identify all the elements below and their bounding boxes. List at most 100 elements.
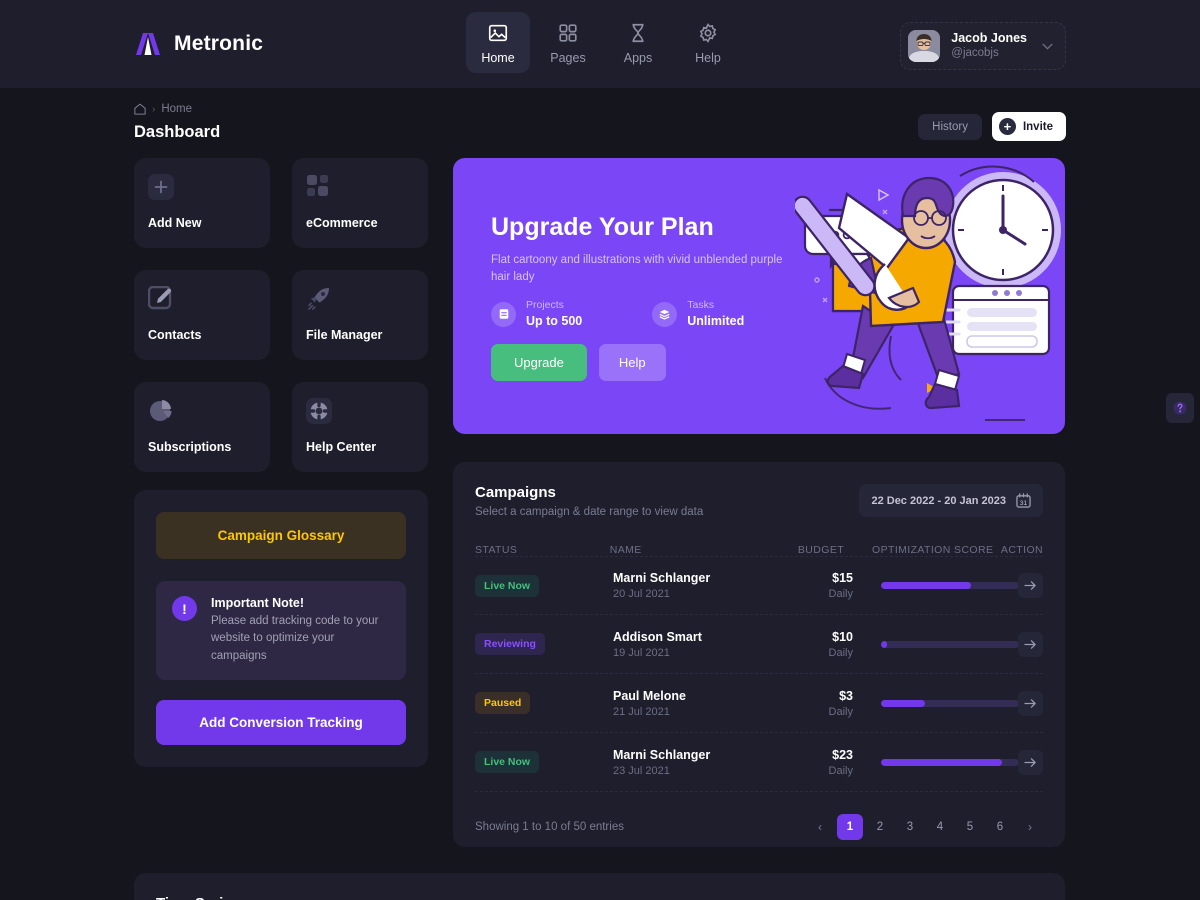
app-header: Metronic Home Pages Apps Help Jacob Jone… [0, 0, 1200, 88]
tile-subscriptions[interactable]: Subscriptions [134, 382, 270, 472]
score-bar-fill [881, 699, 926, 707]
note-body: Please add tracking code to your website… [211, 615, 379, 662]
status-badge: Paused [475, 692, 531, 714]
banner-actions: Upgrade Help [491, 344, 666, 381]
table-row[interactable]: Live Now Marni Schlanger 20 Jul 2021 $15… [475, 556, 1043, 615]
user-menu[interactable]: Jacob Jones @jacobjs [900, 22, 1066, 70]
row-action-button[interactable] [1018, 690, 1043, 716]
budget-period: Daily [828, 588, 853, 600]
history-button[interactable]: History [918, 113, 982, 140]
brand-logo[interactable]: Metronic [134, 31, 263, 57]
cell-status: Reviewing [475, 633, 613, 655]
score-bar-fill [881, 758, 1003, 766]
row-action-button[interactable] [1018, 749, 1043, 775]
breadcrumb: › Home [134, 103, 220, 115]
tile-contacts[interactable]: Contacts [134, 270, 270, 360]
rocket-icon [308, 288, 329, 310]
date-range-picker[interactable]: 22 Dec 2022 - 20 Jan 2023 31 [859, 484, 1043, 517]
pagination-page-6[interactable]: 6 [987, 814, 1013, 840]
cell-status: Live Now [475, 574, 613, 597]
entries-summary: Showing 1 to 10 of 50 entries [475, 821, 624, 833]
campaign-tools-panel: Campaign Glossary ! Important Note! Plea… [134, 490, 428, 767]
support-tab-button[interactable] [1166, 393, 1194, 423]
pagination-page-5[interactable]: 5 [957, 814, 983, 840]
user-handle: @jacobjs [951, 47, 999, 60]
gear-icon [699, 23, 717, 43]
pagination-next[interactable]: › [1017, 814, 1043, 840]
chevron-down-icon [1042, 43, 1053, 50]
score-bar [881, 582, 1019, 589]
cell-name: Marni Schlanger 20 Jul 2021 [613, 571, 773, 600]
brand-name: Metronic [174, 32, 264, 55]
important-note-alert: ! Important Note! Please add tracking co… [156, 581, 406, 680]
nav-label-apps: Apps [623, 51, 653, 65]
breadcrumb-item-home[interactable]: Home [161, 103, 192, 115]
campaigns-card: Campaigns Select a campaign & date range… [453, 462, 1065, 847]
row-action-button[interactable] [1018, 573, 1043, 598]
column-budget: BUDGET [797, 544, 845, 556]
nav-item-pages[interactable]: Pages [536, 12, 600, 73]
nav-label-pages: Pages [550, 51, 586, 65]
banner-stat-tasks: Tasks Unlimited [652, 298, 744, 330]
cell-budget: $23 Daily [773, 748, 853, 777]
home-icon[interactable] [134, 103, 146, 115]
row-action-button[interactable] [1018, 631, 1043, 657]
budget-amount: $15 [832, 571, 853, 585]
dashboard-page: Metronic Home Pages Apps Help Jacob Jone… [0, 0, 1200, 900]
help-support-icon [1173, 401, 1187, 415]
page-title: Dashboard [134, 123, 221, 141]
user-name: Jacob Jones [951, 30, 1027, 45]
tile-file-manager[interactable]: File Manager [292, 270, 428, 360]
upgrade-button[interactable]: Upgrade [491, 344, 587, 381]
breadcrumb-separator: › [152, 103, 156, 115]
page-toolbar: › Home Dashboard [134, 103, 220, 142]
nav-item-apps[interactable]: Apps [606, 12, 670, 73]
invite-button[interactable]: + Invite [991, 112, 1066, 141]
column-name: NAME [609, 544, 642, 556]
budget-amount: $3 [839, 688, 853, 703]
tile-label: Subscriptions [148, 440, 232, 454]
cell-action [1013, 749, 1043, 775]
nav-item-help[interactable]: Help [676, 12, 740, 73]
cell-optimization-score [853, 582, 1019, 589]
calendar-day-number: 31 [1020, 500, 1028, 507]
tile-label: Contacts [148, 328, 202, 342]
tile-add-new[interactable]: Add New [134, 158, 270, 248]
campaign-name: Marni Schlanger [613, 747, 711, 762]
cell-status: Live Now [475, 751, 613, 773]
tile-ecommerce[interactable]: eCommerce [292, 158, 428, 248]
arrow-right-icon [1024, 698, 1036, 708]
exclamation-icon: ! [172, 596, 197, 621]
cell-action [1013, 573, 1043, 598]
pagination-page-3[interactable]: 3 [897, 814, 923, 840]
campaign-glossary-button[interactable]: Campaign Glossary [156, 512, 406, 559]
pagination-page-1[interactable]: 1 [837, 814, 863, 840]
table-row[interactable]: Reviewing Addison Smart 19 Jul 2021 $10 … [475, 615, 1043, 674]
table-row[interactable]: Live Now Marni Schlanger 23 Jul 2021 $23… [475, 733, 1043, 792]
banner-title: Upgrade Your Plan [491, 213, 714, 241]
upgrade-illustration [795, 165, 1061, 421]
cell-optimization-score [853, 758, 1019, 766]
pagination-page-4[interactable]: 4 [927, 814, 953, 840]
tile-help-center[interactable]: Help Center [292, 382, 428, 472]
table-row[interactable]: Paused Paul Melone 21 Jul 2021 $3 Daily [475, 674, 1043, 733]
nav-label-help: Help [695, 51, 721, 65]
pagination-prev[interactable]: ‹ [807, 814, 833, 840]
arrow-right-icon [1024, 639, 1036, 649]
cell-status: Paused [475, 692, 613, 714]
banner-help-button[interactable]: Help [598, 344, 666, 381]
stat-value: Unlimited [687, 313, 745, 328]
pagination-page-2[interactable]: 2 [867, 814, 893, 840]
nav-label-home: Home [481, 51, 515, 65]
avatar [908, 30, 941, 62]
nav-item-home[interactable]: Home [466, 12, 530, 73]
cell-budget: $15 Daily [773, 571, 853, 600]
tile-label: Add New [148, 216, 202, 230]
cell-optimization-score [853, 640, 1019, 648]
date-range-value: 22 Dec 2022 - 20 Jan 2023 [871, 494, 1006, 507]
banner-stats: Projects Up to 500 Tasks Unlimited [491, 298, 744, 330]
metronic-logo-icon [136, 33, 160, 55]
add-conversion-tracking-button[interactable]: Add Conversion Tracking [156, 699, 406, 745]
pagination: ‹ 1 2 3 4 5 6 › [807, 814, 1043, 840]
main-nav: Home Pages Apps Help [466, 12, 740, 73]
